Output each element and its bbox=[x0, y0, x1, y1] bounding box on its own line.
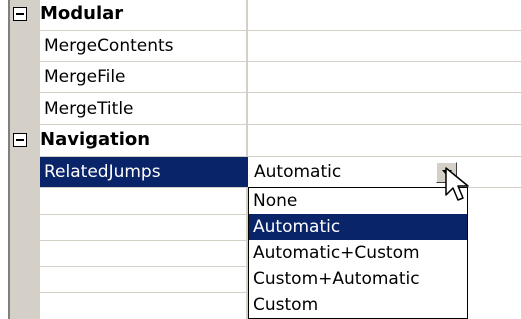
category-row-modular[interactable]: Modular bbox=[10, 0, 521, 31]
empty-row-divider bbox=[10, 292, 248, 293]
empty-row-divider bbox=[10, 266, 248, 267]
property-label-relatedjumps: RelatedJumps bbox=[40, 157, 250, 187]
property-label-mergefile: MergeFile bbox=[44, 67, 126, 87]
category-label-modular: Modular bbox=[40, 3, 124, 24]
relatedjumps-value-field[interactable]: Automatic bbox=[248, 157, 521, 187]
relatedjumps-value: Automatic bbox=[254, 162, 342, 182]
property-row-mergecontents[interactable]: MergeContents bbox=[10, 31, 521, 62]
category-row-navigation[interactable]: Navigation bbox=[10, 126, 521, 157]
relatedjumps-dropdown-list[interactable]: None Automatic Automatic+Custom Custom+A… bbox=[248, 187, 468, 319]
empty-row-divider bbox=[10, 214, 248, 215]
minus-box-icon[interactable] bbox=[13, 7, 27, 21]
dropdown-option-none[interactable]: None bbox=[249, 188, 467, 214]
empty-row-divider bbox=[10, 240, 248, 241]
property-row-mergetitle[interactable]: MergeTitle bbox=[10, 94, 521, 125]
property-label-mergetitle: MergeTitle bbox=[44, 99, 134, 119]
property-label-mergecontents: MergeContents bbox=[44, 36, 174, 56]
dropdown-option-custom[interactable]: Custom bbox=[249, 292, 467, 318]
window-edge bbox=[0, 0, 8, 319]
mouse-cursor-icon bbox=[445, 167, 469, 201]
category-label-navigation: Navigation bbox=[40, 129, 151, 150]
dropdown-option-custom-automatic[interactable]: Custom+Automatic bbox=[249, 266, 467, 292]
dropdown-option-automatic[interactable]: Automatic bbox=[249, 214, 467, 240]
minus-box-icon[interactable] bbox=[13, 133, 27, 147]
property-row-mergefile[interactable]: MergeFile bbox=[10, 62, 521, 93]
dropdown-option-automatic-custom[interactable]: Automatic+Custom bbox=[249, 240, 467, 266]
